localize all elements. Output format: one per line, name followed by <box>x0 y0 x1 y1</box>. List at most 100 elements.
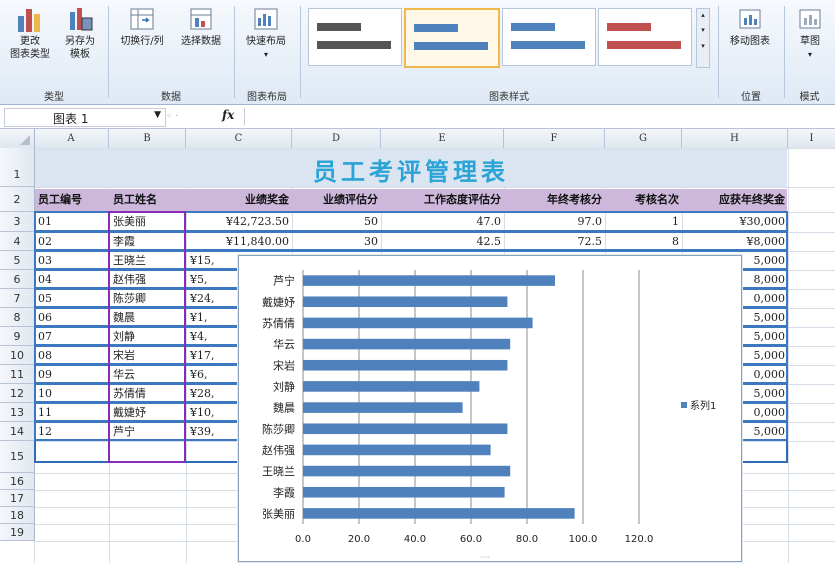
insert-function-icon[interactable]: fx <box>222 108 234 122</box>
bar[interactable] <box>303 317 533 329</box>
embedded-chart[interactable]: 0.0 20.0 40.0 60.0 80.0 100.0 120.0 芦宁 戴婕妤 苏倩倩 华云宋… <box>238 255 742 562</box>
header-final-score[interactable]: 年终考核分 <box>505 192 605 208</box>
formula-bar-expand-handle[interactable]: ◦ · <box>166 109 210 124</box>
gridline <box>788 148 789 563</box>
x-tick-label: 40.0 <box>404 534 426 545</box>
header-performance-score[interactable]: 业绩评估分 <box>293 192 381 208</box>
chart-style-4[interactable] <box>598 8 692 66</box>
column-header-f[interactable]: F <box>504 129 605 148</box>
row-header[interactable]: 16 <box>0 473 35 490</box>
bar-chart: 0.0 20.0 40.0 60.0 80.0 100.0 120.0 芦宁戴婕妤苏倩倩华云宋… <box>262 270 716 562</box>
row-header[interactable]: 19 <box>0 524 35 541</box>
row-header[interactable]: 15 <box>0 441 35 473</box>
name-box-value: 图表 1 <box>53 112 89 126</box>
group-label-layouts: 图表布局 <box>247 92 287 103</box>
formula-bar: 图表 1 ▼ ◦ · fx <box>0 106 835 129</box>
header-performance-bonus[interactable]: 业绩奖金 <box>187 192 292 208</box>
row-header[interactable]: 17 <box>0 490 35 507</box>
header-attitude-score[interactable]: 工作态度评估分 <box>382 192 504 208</box>
header-rank[interactable]: 考核名次 <box>606 192 682 208</box>
category-label: 魏晨 <box>273 401 295 415</box>
x-tick-label: 120.0 <box>625 534 654 545</box>
row-header[interactable]: 5 <box>0 251 35 270</box>
separator <box>784 6 785 98</box>
bar[interactable] <box>303 381 480 392</box>
save-as-template-label1: 另存为 <box>65 36 95 47</box>
resize-handle[interactable]: ···· <box>480 553 490 562</box>
bar[interactable] <box>303 402 463 413</box>
draft-chart-icon <box>796 6 824 32</box>
row-header[interactable]: 11 <box>0 365 35 384</box>
bar[interactable] <box>303 338 511 350</box>
category-label: 陈莎卿 <box>262 422 295 436</box>
bar[interactable] <box>303 444 491 456</box>
row-header[interactable]: 8 <box>0 308 35 327</box>
row-header[interactable]: 7 <box>0 289 35 308</box>
category-label: 宋岩 <box>273 358 295 372</box>
change-chart-type-button[interactable]: 更改 图表类型 <box>6 6 54 61</box>
name-box[interactable]: 图表 1 ▼ <box>4 108 166 127</box>
column-header-g[interactable]: G <box>605 129 682 148</box>
column-header-h[interactable]: H <box>682 129 788 148</box>
row-header[interactable]: 14 <box>0 422 35 441</box>
save-as-template-label2: 模板 <box>70 49 90 60</box>
row-header[interactable]: 6 <box>0 270 35 289</box>
move-chart-icon <box>736 6 764 32</box>
column-header-i[interactable]: I <box>788 129 835 148</box>
x-tick-label: 60.0 <box>460 534 482 545</box>
style-gallery-scrollbar[interactable]: ▴ ▾ ▾ <box>696 8 710 68</box>
column-header-a[interactable]: A <box>34 129 109 148</box>
draft-mode-button[interactable]: 草图 ▾ <box>788 6 832 61</box>
row-header[interactable]: 1 <box>0 148 35 187</box>
gridline <box>34 187 835 188</box>
chevron-down-icon: ▾ <box>701 26 705 34</box>
chevron-down-icon: ▾ <box>807 50 812 59</box>
bar[interactable] <box>303 423 508 435</box>
column-headers: A B C D E F G H I <box>0 129 835 149</box>
move-chart-button[interactable]: 移动图表 <box>722 6 778 48</box>
move-chart-label: 移动图表 <box>730 36 770 47</box>
header-employee-id[interactable]: 员工编号 <box>35 192 109 208</box>
quick-layout-button[interactable]: 快速布局 ▾ <box>238 6 294 61</box>
row-header[interactable]: 2 <box>0 187 35 212</box>
separator <box>718 6 719 98</box>
bar[interactable] <box>303 275 555 286</box>
bar[interactable] <box>303 296 508 308</box>
bar[interactable] <box>303 465 511 477</box>
category-label: 苏倩倩 <box>262 317 295 330</box>
row-header[interactable]: 13 <box>0 403 35 422</box>
row-header[interactable]: 18 <box>0 507 35 524</box>
column-header-b[interactable]: B <box>109 129 186 148</box>
row-header[interactable]: 4 <box>0 232 35 251</box>
bar[interactable] <box>303 359 508 371</box>
select-data-button[interactable]: 选择数据 <box>174 6 228 48</box>
chart-style-2[interactable] <box>404 8 500 68</box>
save-template-icon <box>66 6 94 32</box>
separator <box>108 6 109 98</box>
save-as-template-button[interactable]: 另存为 模板 <box>56 6 104 61</box>
column-header-e[interactable]: E <box>381 129 504 148</box>
switch-row-column-button[interactable]: 切换行/列 <box>112 6 172 48</box>
chart-style-3[interactable] <box>502 8 596 66</box>
row-header[interactable]: 9 <box>0 327 35 346</box>
bar-chart-icon <box>16 6 44 32</box>
row-header[interactable]: 10 <box>0 346 35 365</box>
row-header[interactable]: 3 <box>0 212 35 232</box>
sheet-title[interactable]: 员工考评管理表 <box>35 152 787 187</box>
header-employee-name[interactable]: 员工姓名 <box>110 192 186 208</box>
column-header-c[interactable]: C <box>186 129 292 148</box>
chart-style-1[interactable] <box>308 8 402 66</box>
switch-row-column-icon <box>128 6 156 32</box>
x-tick-label: 20.0 <box>348 534 370 545</box>
chevron-down-icon[interactable]: ▼ <box>154 110 161 120</box>
select-all-corner[interactable] <box>0 129 35 148</box>
select-data-label: 选择数据 <box>181 36 221 47</box>
x-tick-label: 0.0 <box>295 534 311 545</box>
header-year-end-bonus[interactable]: 应获年终奖金 <box>683 192 788 208</box>
formula-input[interactable] <box>244 108 833 125</box>
legend-label[interactable]: 系列1 <box>690 399 716 412</box>
column-header-d[interactable]: D <box>292 129 381 148</box>
bar[interactable] <box>303 508 575 519</box>
row-header[interactable]: 12 <box>0 384 35 403</box>
bar[interactable] <box>303 486 505 498</box>
